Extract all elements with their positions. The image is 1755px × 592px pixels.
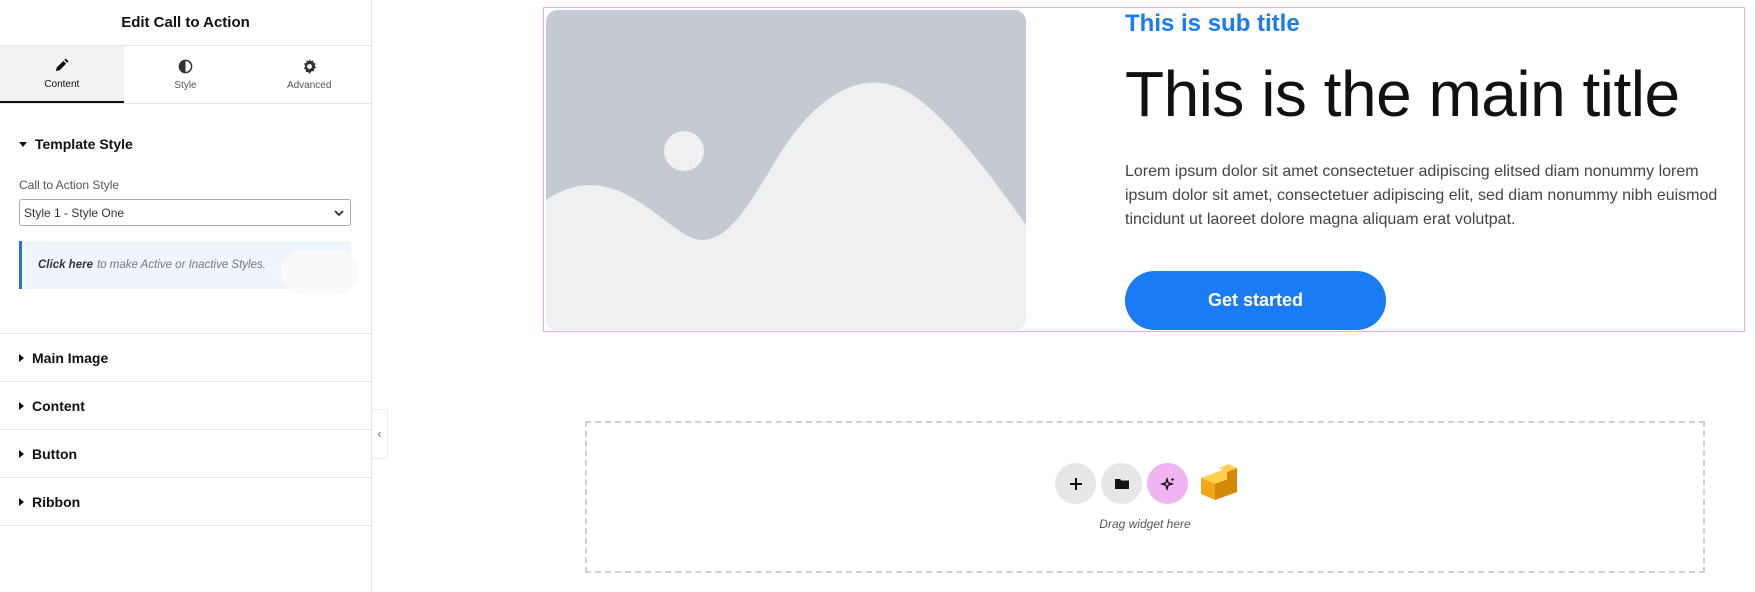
- section-button-label: Button: [32, 445, 78, 462]
- panel-tabs: Content Style Advanced: [0, 46, 371, 104]
- notice-text: to make Active or Inactive Styles.: [96, 259, 266, 271]
- tab-advanced-label: Advanced: [286, 79, 332, 91]
- placeholder-image: [546, 10, 1026, 330]
- style-select-value: Style 1 - Style One: [24, 205, 125, 220]
- click-here-link[interactable]: Click here: [38, 259, 93, 271]
- tab-advanced[interactable]: Advanced: [247, 46, 371, 103]
- section-main-image-label: Main Image: [32, 349, 109, 366]
- template-library-button[interactable]: [1101, 463, 1142, 504]
- section-button-head: Button: [19, 446, 77, 462]
- template-style-title: Template Style: [35, 136, 133, 152]
- section-ribbon[interactable]: Ribbon: [0, 478, 371, 526]
- drag-widget-label: Drag widget here: [1099, 517, 1191, 531]
- editor-panel: Edit Call to Action Content Style Advanc…: [0, 0, 372, 592]
- caret-right-icon: [19, 449, 24, 458]
- template-style-header[interactable]: Template Style: [19, 104, 352, 152]
- section-main-image[interactable]: Main Image: [0, 334, 371, 382]
- plus-icon: [1069, 477, 1082, 490]
- style-field-label: Call to Action Style: [19, 178, 120, 192]
- section-content-head: Content: [19, 398, 85, 414]
- caret-right-icon: [19, 497, 24, 506]
- cta-widget[interactable]: This is sub title This is the main title…: [543, 7, 1745, 332]
- gear-icon: [303, 58, 316, 74]
- image-placeholder-icon: [546, 10, 1026, 330]
- caret-right-icon: [19, 353, 24, 362]
- sparkle-icon: [1159, 476, 1174, 491]
- tab-content-label: Content: [44, 78, 80, 90]
- section-ribbon-head: Ribbon: [19, 494, 80, 510]
- tab-content[interactable]: Content: [0, 46, 124, 103]
- style-select[interactable]: Style 1 - Style One: [19, 199, 351, 226]
- tab-style-label: Style: [174, 79, 197, 91]
- section-content[interactable]: Content: [0, 382, 371, 430]
- collapse-panel-button[interactable]: ‹: [372, 409, 388, 459]
- template-style-section: Template Style Call to Action Style Styl…: [0, 104, 371, 334]
- faded-element: [281, 250, 359, 294]
- add-section-button[interactable]: [1055, 463, 1096, 504]
- folder-icon: [1114, 478, 1129, 489]
- drop-zone[interactable]: Drag widget here: [585, 421, 1705, 573]
- cta-subtitle: This is sub title: [1125, 10, 1300, 37]
- caret-down-icon: [19, 141, 27, 147]
- get-started-button[interactable]: Get started: [1125, 271, 1386, 330]
- panel-title: Edit Call to Action: [0, 0, 371, 46]
- cube-icon[interactable]: [1197, 463, 1241, 504]
- section-ribbon-label: Ribbon: [32, 493, 81, 510]
- section-button[interactable]: Button: [0, 430, 371, 478]
- drop-zone-actions: [1055, 463, 1241, 504]
- pencil-icon: [56, 57, 69, 71]
- half-circle-icon: [178, 59, 193, 73]
- ai-button[interactable]: [1147, 463, 1188, 504]
- section-main-image-head: Main Image: [19, 350, 108, 366]
- section-content-label: Content: [32, 397, 85, 414]
- caret-right-icon: [19, 401, 24, 410]
- chevron-down-icon: [334, 209, 344, 216]
- cta-main-title: This is the main title: [1125, 58, 1680, 130]
- tab-style[interactable]: Style: [124, 46, 248, 103]
- cta-description: Lorem ipsum dolor sit amet consectetuer …: [1125, 163, 1718, 228]
